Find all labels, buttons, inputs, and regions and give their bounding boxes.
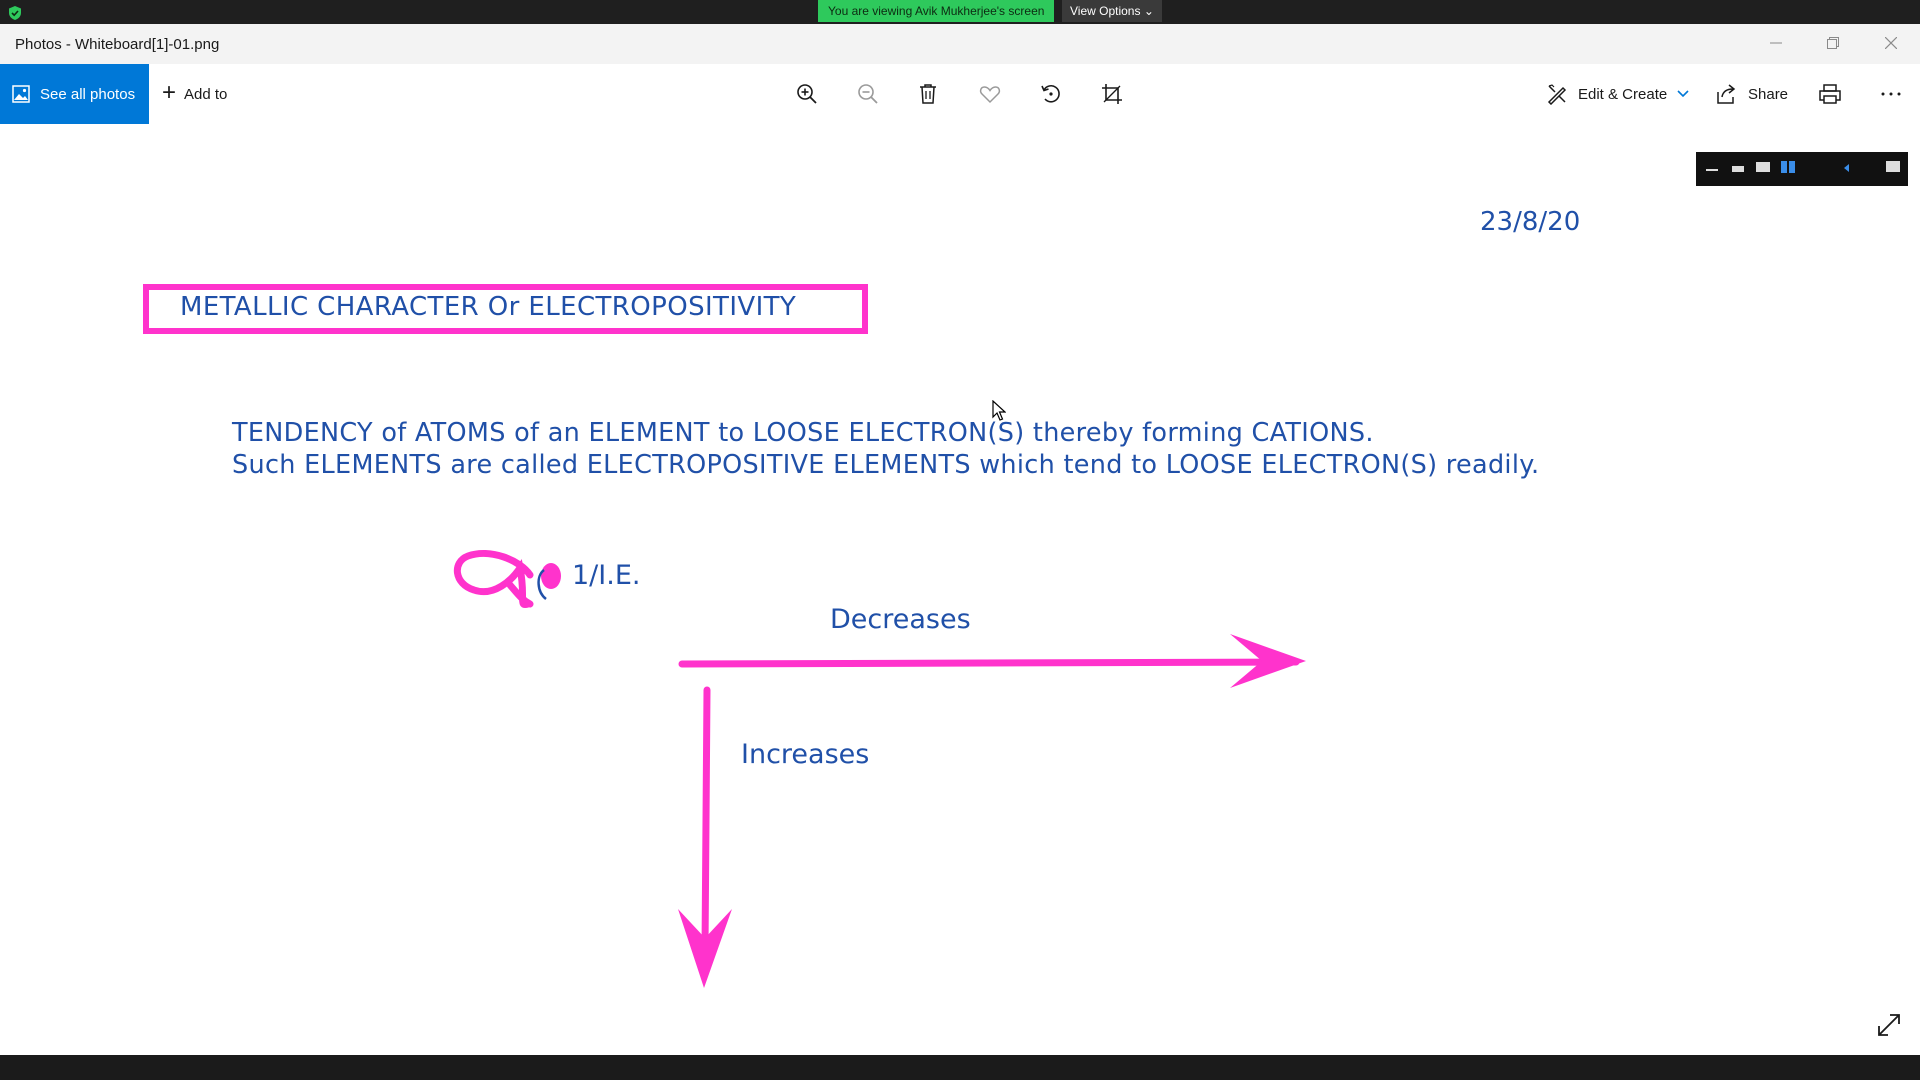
minimize-icon <box>1770 42 1782 44</box>
restore-icon <box>1827 37 1839 49</box>
favorite-heart-icon[interactable] <box>978 82 1002 106</box>
layout-small-icon[interactable] <box>1732 166 1744 172</box>
view-options-button[interactable]: View Options ⌄ <box>1062 0 1162 22</box>
screen-share-banner: You are viewing Avik Mukherjee's screen … <box>0 0 1920 24</box>
whiteboard-mini-toolbar <box>1696 152 1908 186</box>
share-notice: You are viewing Avik Mukherjee's screen <box>818 0 1055 22</box>
layout-medium-icon[interactable] <box>1756 162 1770 172</box>
rotate-icon[interactable] <box>1039 82 1063 106</box>
minimize-icon[interactable] <box>1706 169 1718 171</box>
increases-label: Increases <box>741 739 870 770</box>
edit-create-icon <box>1547 84 1567 105</box>
expand-fullscreen-icon[interactable] <box>1876 1012 1902 1038</box>
restore-button[interactable] <box>1810 24 1856 64</box>
image-canvas <box>0 124 1920 1055</box>
mouse-cursor-icon <box>992 400 1006 421</box>
see-all-photos-button[interactable]: See all photos <box>0 64 149 124</box>
chevron-down-icon <box>1677 90 1689 98</box>
edit-create-button[interactable]: Edit & Create <box>1546 64 1690 124</box>
zoom-out-icon[interactable] <box>856 82 880 106</box>
photos-icon <box>12 85 30 103</box>
definition-line-1: TENDENCY of ATOMS of an ELEMENT to LOOSE… <box>232 418 1374 448</box>
share-label: Share <box>1748 85 1789 103</box>
photos-toolbar: See all photos + Add to Edit & Create Sh… <box>0 64 1920 124</box>
plus-icon: + <box>162 79 177 106</box>
bottom-bar <box>0 1055 1920 1080</box>
zoom-in-icon[interactable] <box>795 82 819 106</box>
whiteboard-date: 23/8/20 <box>1480 207 1581 237</box>
see-all-photos-label: See all photos <box>40 85 136 103</box>
shield-check-icon <box>9 6 21 20</box>
window-title: Photos - Whiteboard[1]-01.png <box>15 36 220 53</box>
window-layout-icon[interactable] <box>1886 161 1900 172</box>
whiteboard-heading: METALLIC CHARACTER Or ELECTROPOSITIVITY <box>180 292 797 322</box>
share-button[interactable]: Share <box>1716 64 1788 124</box>
print-icon[interactable] <box>1818 82 1842 106</box>
add-to-label: Add to <box>184 85 228 103</box>
close-icon <box>1884 36 1898 50</box>
share-icon <box>1717 84 1736 104</box>
add-to-button[interactable]: + Add to <box>162 64 227 124</box>
close-button[interactable] <box>1868 24 1914 64</box>
title-bar: Photos - Whiteboard[1]-01.png <box>0 24 1920 64</box>
more-icon[interactable] <box>1879 82 1903 106</box>
decreases-label: Decreases <box>830 604 971 635</box>
view-options-label: View Options <box>1070 4 1141 18</box>
collapse-left-icon[interactable] <box>1844 164 1849 172</box>
minimize-button[interactable] <box>1753 24 1799 64</box>
crop-icon[interactable] <box>1100 82 1124 106</box>
edit-create-label: Edit & Create <box>1578 85 1668 103</box>
inverse-ionization-energy: 1/I.E. <box>572 560 641 591</box>
chevron-down-icon: ⌄ <box>1143 4 1154 18</box>
layout-grid-icon[interactable] <box>1781 161 1796 173</box>
delete-icon[interactable] <box>916 82 940 106</box>
definition-line-2: Such ELEMENTS are called ELECTROPOSITIVE… <box>232 450 1540 480</box>
